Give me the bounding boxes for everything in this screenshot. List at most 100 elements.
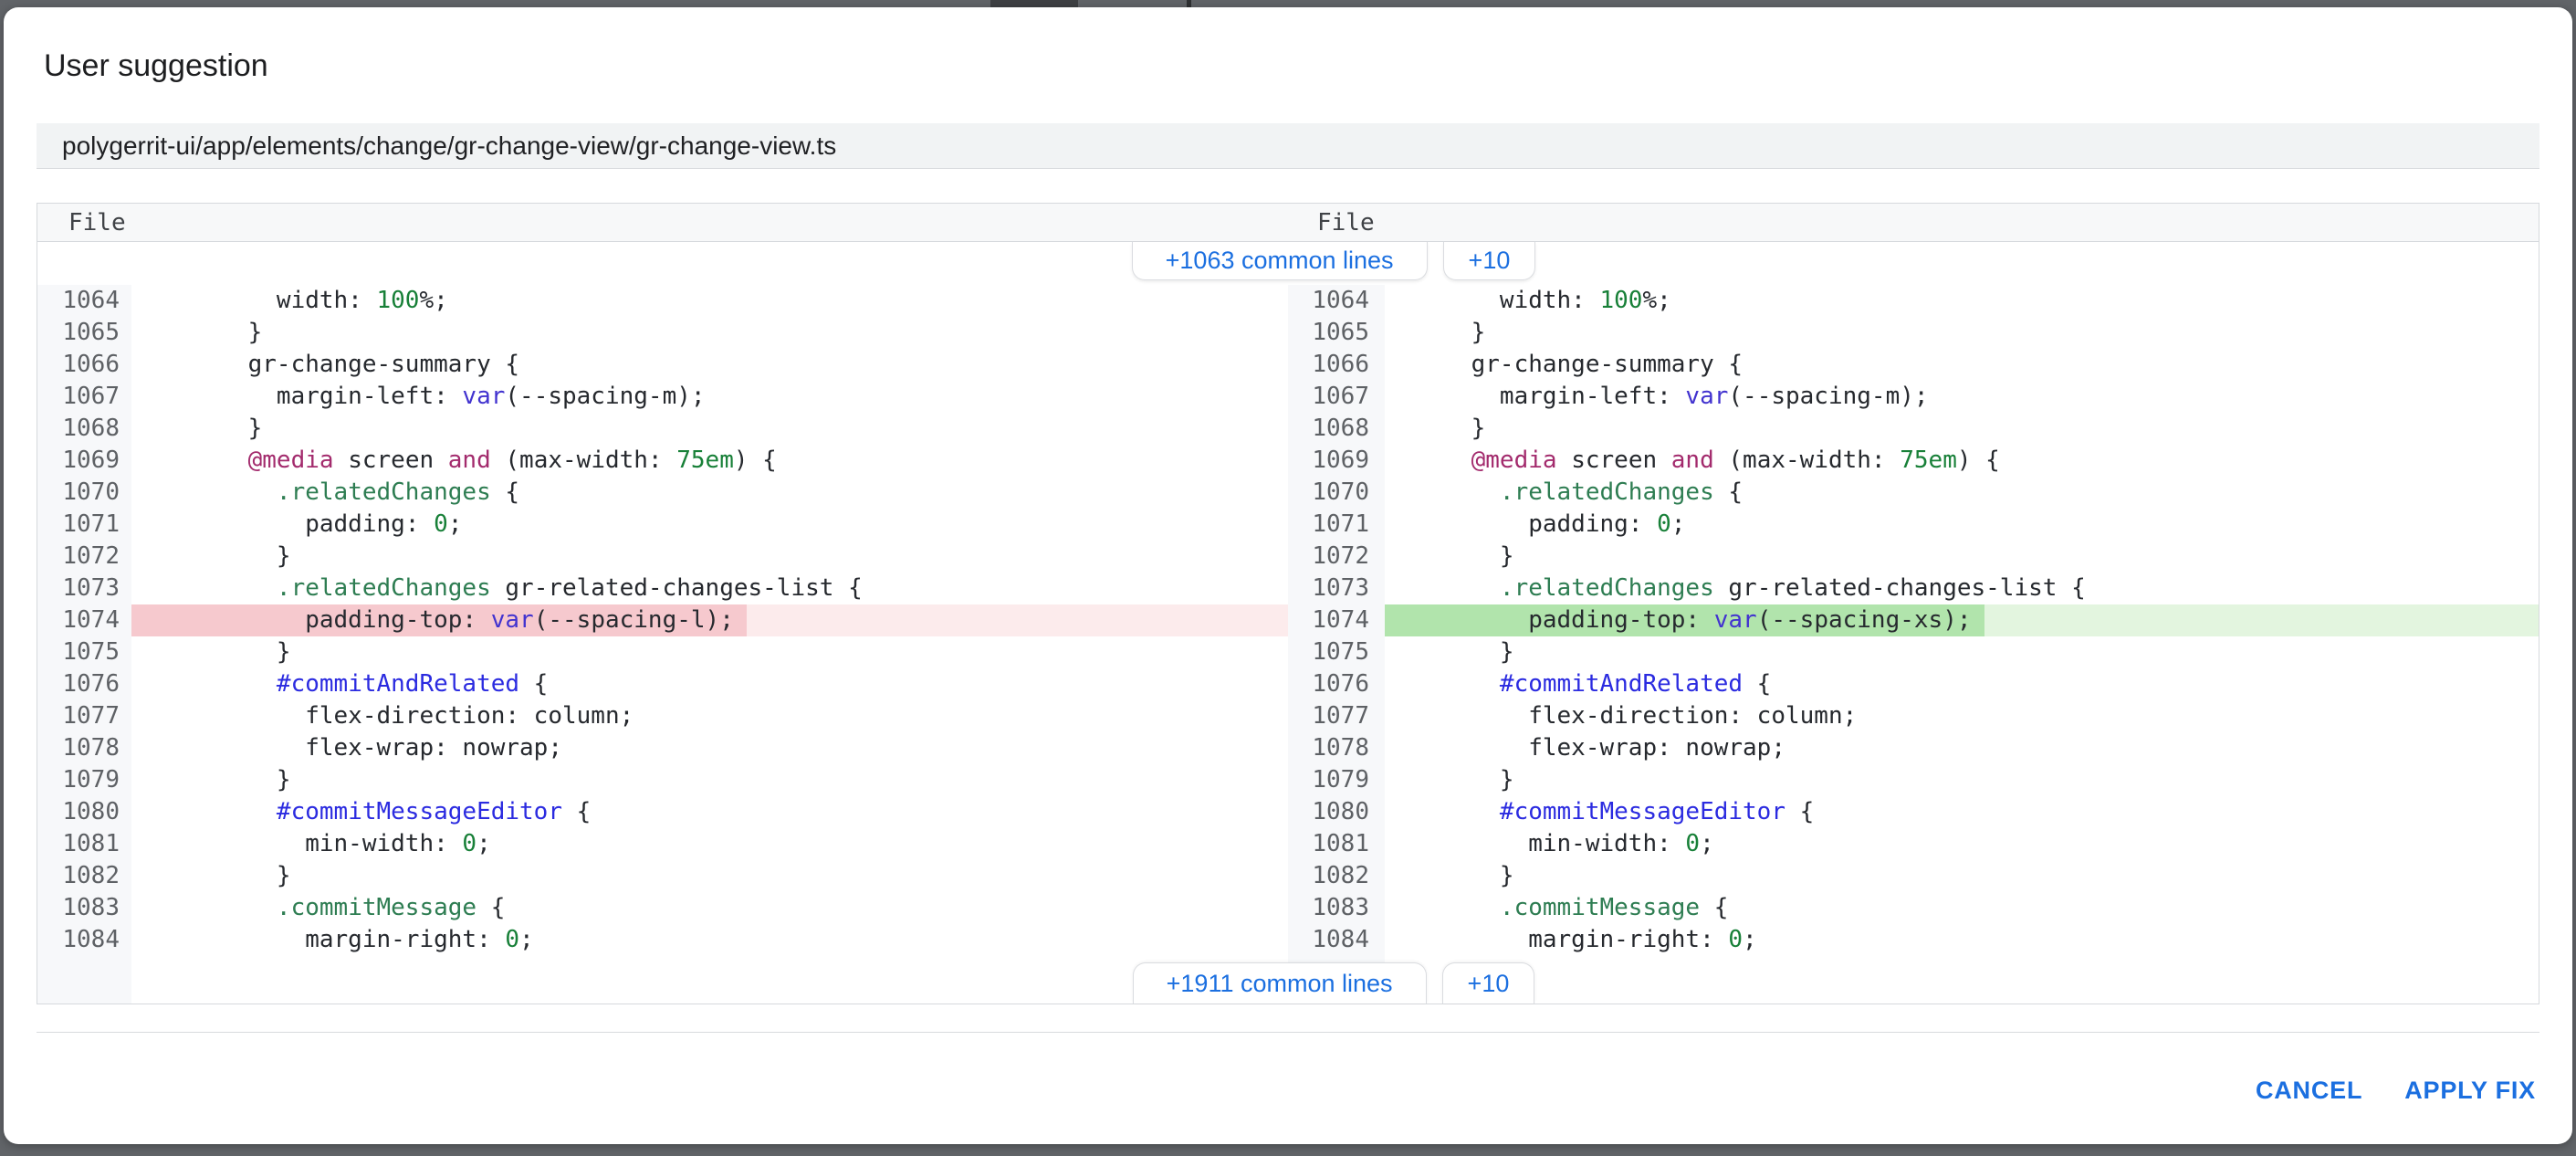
line-number: 1079 (37, 764, 131, 796)
code-line: gr-change-summary { (131, 349, 1288, 381)
code-line: } (1385, 636, 2539, 668)
code-line: margin-left: var(--spacing-m); (131, 381, 1288, 413)
code-line: } (131, 764, 1288, 796)
code-line: } (131, 636, 1288, 668)
line-number: 1074 (37, 604, 131, 636)
line-number: 1072 (1288, 541, 1385, 573)
code-line: } (131, 317, 1288, 349)
line-number: 1076 (1288, 668, 1385, 700)
line-number: 1070 (1288, 477, 1385, 509)
line-number: 1069 (37, 445, 131, 477)
line-number: 1068 (1288, 413, 1385, 445)
line-number: 1080 (1288, 796, 1385, 828)
code-line: #commitAndRelated { (131, 668, 1288, 700)
code-line: width: 100%; (1385, 285, 2539, 317)
line-number: 1082 (1288, 860, 1385, 892)
line-number: 1067 (37, 381, 131, 413)
code-line: margin-right: 0; (1385, 924, 2539, 956)
line-number: 1084 (1288, 924, 1385, 956)
line-number: 1075 (37, 636, 131, 668)
line-number: 1068 (37, 413, 131, 445)
line-number: 1066 (37, 349, 131, 381)
expand-row-bottom: +1911 common lines +10 (37, 956, 2539, 1004)
diff-header: File File (37, 204, 2539, 242)
code-line: padding: 0; (131, 509, 1288, 541)
line-number: 1065 (1288, 317, 1385, 349)
code-line: .relatedChanges { (1385, 477, 2539, 509)
code-line: } (131, 860, 1288, 892)
expand-more-top-button[interactable]: +10 (1443, 242, 1536, 280)
line-number: 1072 (37, 541, 131, 573)
line-number: 1083 (1288, 892, 1385, 924)
line-number: 1081 (1288, 828, 1385, 860)
user-suggestion-dialog: User suggestion polygerrit-ui/app/elemen… (4, 7, 2572, 1144)
line-number: 1073 (1288, 573, 1385, 604)
code-line: flex-direction: column; (1385, 700, 2539, 732)
expand-common-lines-top-button[interactable]: +1063 common lines (1132, 242, 1428, 280)
code-line: @media screen and (max-width: 75em) { (131, 445, 1288, 477)
line-number: 1070 (37, 477, 131, 509)
expand-row-top: +1063 common lines +10 (37, 242, 2539, 285)
code-line: .commitMessage { (1385, 892, 2539, 924)
file-path-bar: polygerrit-ui/app/elements/change/gr-cha… (37, 123, 2539, 169)
code-line: min-width: 0; (131, 828, 1288, 860)
code-line: } (1385, 764, 2539, 796)
cancel-button[interactable]: CANCEL (2256, 1077, 2362, 1105)
line-number: 1081 (37, 828, 131, 860)
line-number: 1069 (1288, 445, 1385, 477)
line-number: 1065 (37, 317, 131, 349)
code-line: #commitMessageEditor { (131, 796, 1288, 828)
code-line: .relatedChanges gr-related-changes-list … (1385, 573, 2539, 604)
line-number: 1064 (1288, 285, 1385, 317)
code-line: min-width: 0; (1385, 828, 2539, 860)
expand-more-bottom-button[interactable]: +10 (1442, 962, 1535, 1004)
line-number: 1067 (1288, 381, 1385, 413)
code-line: #commitAndRelated { (1385, 668, 2539, 700)
code-line: gr-change-summary { (1385, 349, 2539, 381)
code-line: } (131, 413, 1288, 445)
line-number: 1076 (37, 668, 131, 700)
code-line: } (1385, 413, 2539, 445)
code-line: padding-top: var(--spacing-l); (131, 604, 1288, 636)
code-line: width: 100%; (131, 285, 1288, 317)
code-line: .relatedChanges gr-related-changes-list … (131, 573, 1288, 604)
line-number: 1078 (1288, 732, 1385, 764)
left-file-header: File (37, 204, 1288, 242)
line-number: 1083 (37, 892, 131, 924)
code-line: margin-right: 0; (131, 924, 1288, 956)
line-number: 1064 (37, 285, 131, 317)
code-line: padding-top: var(--spacing-xs); (1385, 604, 2539, 636)
code-line: padding: 0; (1385, 509, 2539, 541)
line-number: 1082 (37, 860, 131, 892)
code-line: .commitMessage { (131, 892, 1288, 924)
line-number: 1080 (37, 796, 131, 828)
line-number: 1084 (37, 924, 131, 956)
apply-fix-button[interactable]: APPLY FIX (2404, 1077, 2536, 1105)
right-file-header: File (1288, 204, 2539, 242)
line-number: 1075 (1288, 636, 1385, 668)
line-number: 1078 (37, 732, 131, 764)
line-number: 1077 (37, 700, 131, 732)
page-title: User suggestion (44, 47, 2539, 84)
line-number: 1079 (1288, 764, 1385, 796)
code-line: } (1385, 317, 2539, 349)
code-line: margin-left: var(--spacing-m); (1385, 381, 2539, 413)
diff-table: File File +1063 common lines +10 1064 wi… (37, 203, 2539, 1004)
code-line: flex-wrap: nowrap; (1385, 732, 2539, 764)
line-number: 1077 (1288, 700, 1385, 732)
code-line: @media screen and (max-width: 75em) { (1385, 445, 2539, 477)
expand-common-lines-bottom-button[interactable]: +1911 common lines (1133, 962, 1427, 1004)
diff-body: 1064 width: 100%;1064 width: 100%;1065 }… (37, 285, 2539, 956)
code-line: #commitMessageEditor { (1385, 796, 2539, 828)
line-number: 1071 (1288, 509, 1385, 541)
line-number: 1074 (1288, 604, 1385, 636)
line-number: 1073 (37, 573, 131, 604)
code-line: flex-direction: column; (131, 700, 1288, 732)
code-line: .relatedChanges { (131, 477, 1288, 509)
code-line: } (1385, 860, 2539, 892)
code-line: } (1385, 541, 2539, 573)
dialog-footer: CANCEL APPLY FIX (37, 1033, 2539, 1105)
line-number: 1071 (37, 509, 131, 541)
code-line: flex-wrap: nowrap; (131, 732, 1288, 764)
line-number: 1066 (1288, 349, 1385, 381)
